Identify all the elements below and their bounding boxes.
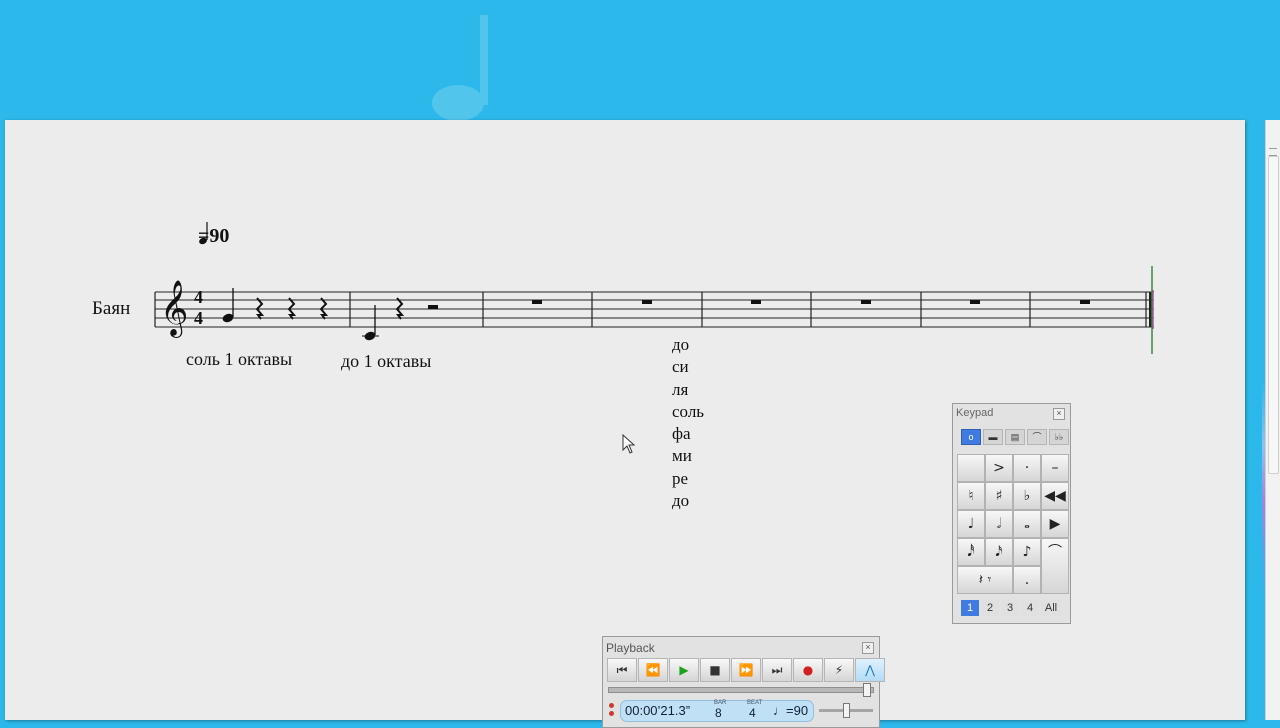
keypad-key[interactable]: ◀◀	[1041, 482, 1069, 510]
go-to-end-icon[interactable]: ⏭	[762, 658, 792, 682]
live-playback-icon[interactable]: ⋀	[855, 658, 885, 682]
text-annotation-2[interactable]: до 1 октавы	[341, 351, 431, 372]
keypad-key[interactable]: –	[1041, 454, 1069, 482]
keypad-close-icon[interactable]: ×	[1053, 408, 1065, 420]
keypad-key-tie[interactable]: ⌒	[1041, 538, 1069, 594]
keypad-key[interactable]: 𝅘𝅥𝅯	[985, 538, 1013, 566]
keypad-layout-tabs: o ▬ ▤ ⌒ ♭♭	[961, 429, 1069, 445]
playback-panel[interactable]: Playback × ⏮ ⏪ ▶ ■ ⏩ ⏭ ● ⚡ ⋀ 00:00’21.3”…	[602, 636, 885, 728]
record-icon[interactable]: ●	[793, 658, 823, 682]
keypad-key[interactable]: 𝅗𝅥	[985, 510, 1013, 538]
tempo-slider[interactable]	[819, 703, 873, 718]
live-tempo-icon[interactable]: ⚡	[824, 658, 854, 682]
solfege-text-column[interactable]: до си ля соль фа ми ре до	[672, 334, 704, 512]
solfege-item: соль	[672, 401, 705, 421]
keypad-layout-tab[interactable]: ♭♭	[1049, 429, 1069, 445]
time-sig-top: 4	[194, 287, 203, 307]
solfege-item: до	[672, 491, 690, 511]
keypad-key[interactable]: ♩	[957, 510, 985, 538]
solfege-item: ля	[672, 379, 689, 399]
keypad-layout-tab[interactable]: ⌒	[1027, 429, 1047, 445]
transport-bar: ⏮ ⏪ ▶ ■ ⏩ ⏭ ● ⚡ ⋀	[607, 658, 885, 682]
keypad-layout-tab[interactable]: o	[961, 429, 981, 445]
elapsed-time: 00:00’21.3”	[625, 703, 691, 718]
instrument-name[interactable]: Баян	[92, 298, 130, 320]
keypad-tab-all[interactable]: All	[1041, 600, 1061, 616]
playback-position-slider[interactable]	[608, 683, 874, 697]
text-annotation-1[interactable]: соль 1 октавы	[186, 349, 292, 370]
keypad-key[interactable]	[957, 454, 985, 482]
time-sig-bottom: 4	[194, 308, 203, 328]
solfege-item: ми	[672, 446, 692, 466]
tempo-display: ♩=90	[773, 703, 809, 718]
keypad-tab-4[interactable]: 4	[1021, 600, 1039, 616]
mouse-pointer-icon	[622, 433, 636, 459]
tempo-slider-thumb[interactable]	[843, 703, 850, 718]
keypad-key[interactable]: >	[985, 454, 1013, 482]
solfege-item: до	[672, 335, 690, 354]
keypad-key[interactable]: .	[1013, 566, 1041, 594]
playback-title: Playback	[606, 641, 655, 655]
keypad-tab-1[interactable]: 1	[961, 600, 979, 616]
beat-value: 4	[749, 706, 756, 720]
position-slider-thumb[interactable]	[863, 683, 871, 697]
keypad-key[interactable]: 𝅘𝅥𝅰	[957, 538, 985, 566]
keypad-key[interactable]: ♭	[1013, 482, 1041, 510]
playback-close-icon[interactable]: ×	[862, 642, 874, 654]
keypad-layout-tab[interactable]: ▬	[983, 429, 1003, 445]
stop-icon[interactable]: ■	[700, 658, 730, 682]
status-dots	[609, 703, 614, 719]
half-rest	[428, 305, 438, 309]
keypad-layout-tab[interactable]: ▤	[1005, 429, 1025, 445]
solfege-item: ре	[672, 468, 689, 488]
solfege-item: си	[672, 357, 689, 377]
keypad-key[interactable]: ♪	[1013, 538, 1041, 566]
keypad-tab-2[interactable]: 2	[981, 600, 999, 616]
note-c4	[362, 305, 379, 341]
note-g4	[222, 288, 234, 323]
rewind-icon[interactable]: ⏪	[638, 658, 668, 682]
keypad-tab-3[interactable]: 3	[1001, 600, 1019, 616]
tempo-marking[interactable]: =90	[198, 225, 229, 248]
treble-clef-icon: 𝄞	[160, 280, 188, 338]
fast-forward-icon[interactable]: ⏩	[731, 658, 761, 682]
keypad-key[interactable]: ▶	[1041, 510, 1069, 538]
keypad-number-tabs: 1 2 3 4 All	[961, 600, 1061, 616]
keypad-key[interactable]: ·	[1013, 454, 1041, 482]
rewind-to-start-icon[interactable]: ⏮	[607, 658, 637, 682]
keypad-key[interactable]: 𝅝	[1013, 510, 1041, 538]
staff-lines	[155, 291, 1154, 328]
solfege-item: фа	[672, 424, 691, 444]
keypad-title: Keypad	[956, 407, 994, 419]
keypad-panel[interactable]: Keypad × o ▬ ▤ ⌒ ♭♭ > · – ♮ ♯ ♭ ◀◀ ♩ 𝅗𝅥 …	[952, 403, 1071, 624]
bar-value: 8	[715, 706, 722, 720]
keypad-key[interactable]: ♮	[957, 482, 985, 510]
playback-display: 00:00’21.3” BAR 8 BEAT 4 ♩=90	[620, 700, 814, 722]
play-icon[interactable]: ▶	[669, 658, 699, 682]
keypad-key-rest[interactable]: 𝄽 𝄾	[957, 566, 1013, 594]
keypad-key[interactable]: ♯	[985, 482, 1013, 510]
